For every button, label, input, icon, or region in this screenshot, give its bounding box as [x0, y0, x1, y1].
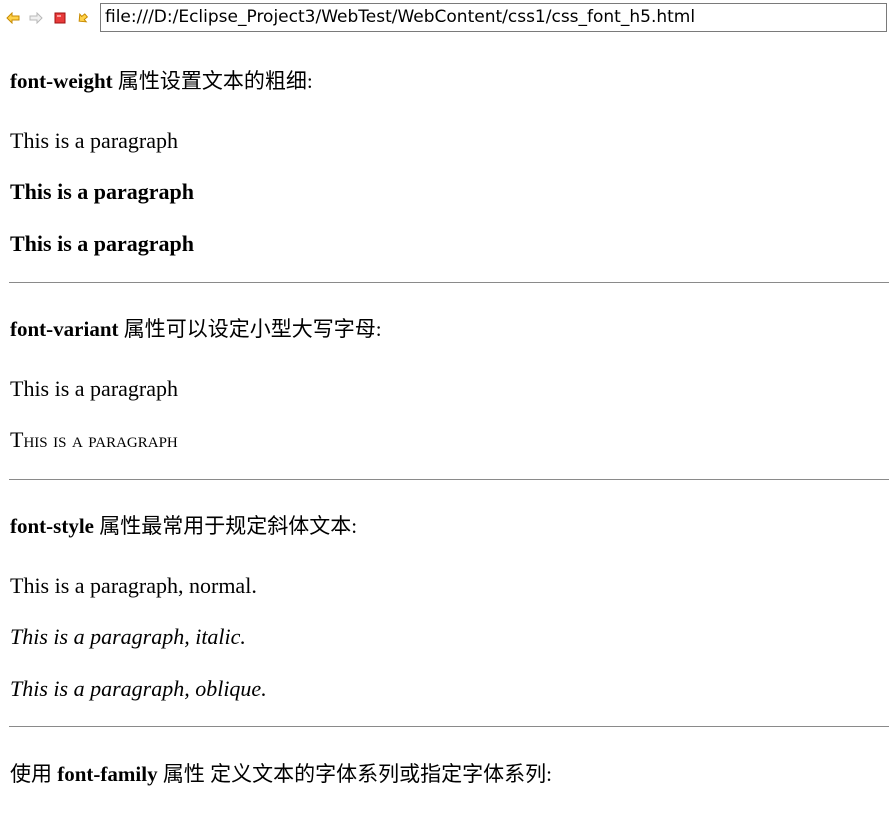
stop-icon	[54, 12, 66, 24]
paragraph-normal-style: This is a paragraph, normal.	[10, 573, 257, 598]
section-heading-font-style: font-style 属性最常用于规定斜体文本:	[10, 512, 357, 540]
paragraph-normal-weight: This is a paragraph	[10, 128, 178, 153]
paragraph-oblique-style: This is a paragraph, oblique.	[10, 676, 267, 701]
horizontal-divider	[9, 479, 889, 480]
heading-description: 属性设置文本的粗细:	[112, 69, 313, 93]
heading-property-name: font-variant	[10, 317, 119, 341]
heading-description: 属性最常用于规定斜体文本:	[93, 514, 358, 538]
heading-prefix: 使用	[10, 762, 58, 786]
paragraph-normal-variant: This is a paragraph	[10, 376, 178, 401]
back-button[interactable]	[5, 10, 21, 26]
horizontal-divider	[9, 282, 889, 283]
paragraph-bold-weight: This is a paragraph	[10, 179, 194, 204]
section-heading-font-variant: font-variant 属性可以设定小型大写字母:	[10, 315, 382, 343]
heading-description: 属性可以设定小型大写字母:	[118, 317, 382, 341]
paragraph-900-weight: This is a paragraph	[10, 231, 194, 256]
refresh-icon	[76, 11, 90, 25]
section-heading-font-weight: font-weight 属性设置文本的粗细:	[10, 67, 313, 95]
paragraph-italic-style: This is a paragraph, italic.	[10, 624, 246, 649]
forward-icon	[29, 12, 43, 24]
heading-property-name: font-weight	[10, 69, 113, 93]
section-heading-font-family: 使用 font-family 属性 定义文本的字体系列或指定字体系列:	[10, 760, 552, 788]
horizontal-divider	[9, 726, 889, 727]
heading-property-name: font-family	[57, 762, 158, 786]
forward-button[interactable]	[28, 10, 44, 26]
browser-toolbar: file:///D:/Eclipse_Project3/WebTest/WebC…	[0, 0, 889, 37]
heading-property-name: font-style	[10, 514, 94, 538]
heading-description: 属性 定义文本的字体系列或指定字体系列:	[157, 762, 552, 786]
paragraph-small-caps: This is a paragraph	[10, 427, 178, 452]
address-bar[interactable]: file:///D:/Eclipse_Project3/WebTest/WebC…	[100, 3, 887, 32]
stop-button[interactable]	[52, 10, 68, 26]
refresh-button[interactable]	[75, 10, 91, 26]
back-icon	[6, 12, 20, 24]
